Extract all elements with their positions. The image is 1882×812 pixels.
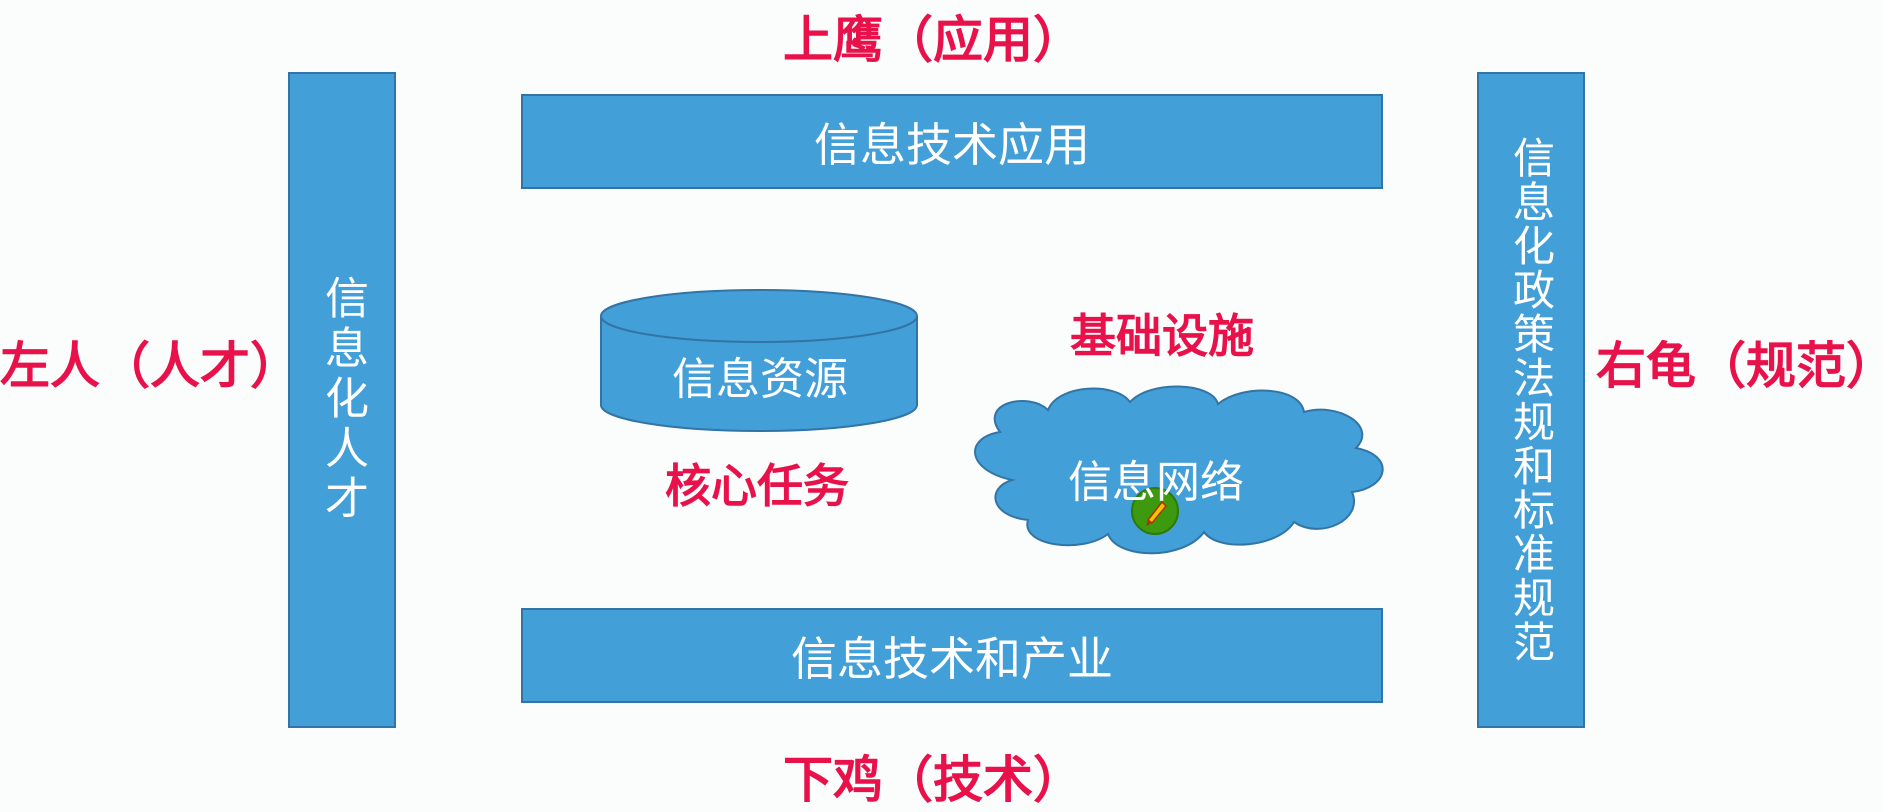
info-tech-industry-text: 信息技术和产业 bbox=[791, 631, 1113, 686]
info-network-text: 信息网络 bbox=[1068, 457, 1244, 508]
diagram-canvas: 上鹰（应用） 信息技术应用 左人（人才） 信息化人才 右龟（规范） 信息化政策法… bbox=[0, 0, 1882, 809]
bottom-label: 下鸡（技术） bbox=[783, 751, 1083, 809]
info-tech-industry-box: 信息技术和产业 bbox=[521, 608, 1383, 703]
